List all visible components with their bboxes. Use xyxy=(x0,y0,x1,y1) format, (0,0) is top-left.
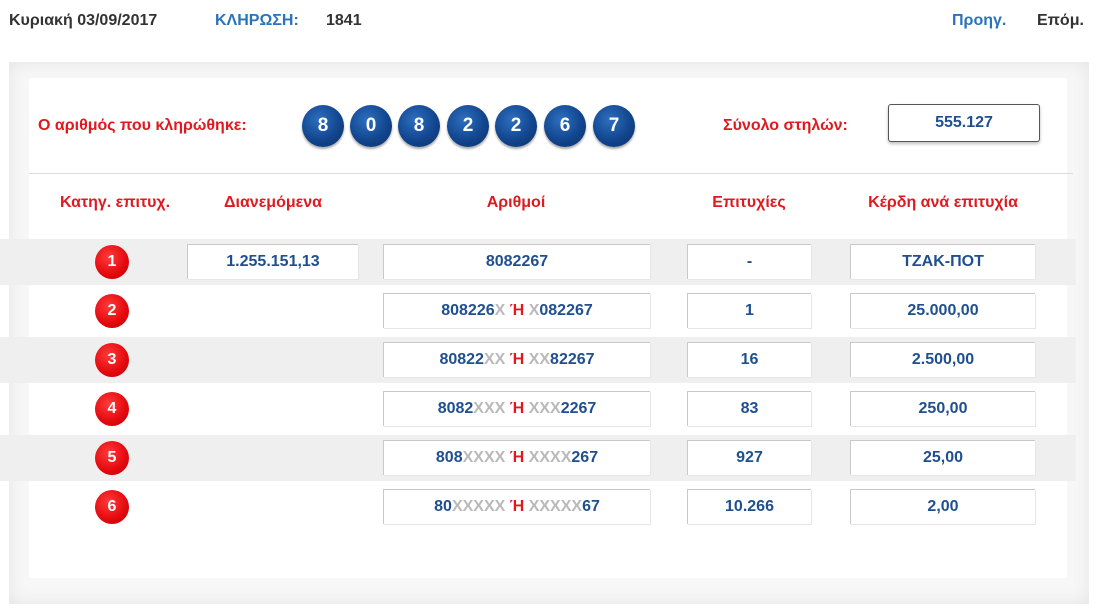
winning-numbers: 808XXXX Ή XXXX267 xyxy=(383,440,650,475)
prize-per-winner: ΤΖΑΚ-ΠΟΤ xyxy=(850,244,1035,279)
draw-number: 1841 xyxy=(326,12,362,29)
top-bar: Κυριακή 03/09/2017 ΚΛΗΡΩΣΗ: 1841 Προηγ. … xyxy=(0,0,1099,44)
table-row: 5 808XXXX Ή XXXX267 927 25,00 xyxy=(0,435,1076,481)
category-badge: 6 xyxy=(95,490,129,524)
prize-per-winner: 2.500,00 xyxy=(850,342,1035,377)
number-ball: 2 xyxy=(495,105,537,147)
winning-numbers: 80XXXXX Ή XXXXX67 xyxy=(383,489,650,524)
category-badge: 3 xyxy=(95,343,129,377)
winners-count: - xyxy=(687,244,811,279)
divider xyxy=(29,173,1073,174)
category-badge: 5 xyxy=(95,441,129,475)
winning-numbers: 8082XXX Ή XXX2267 xyxy=(383,391,650,426)
table-row: 6 80XXXXX Ή XXXXX67 10.266 2,00 xyxy=(0,484,1076,530)
table-row: 1 1.255.151,13 8082267 - ΤΖΑΚ-ΠΟΤ xyxy=(0,239,1076,285)
table-row: 3 80822XX Ή XX82267 16 2.500,00 xyxy=(0,337,1076,383)
winners-count: 83 xyxy=(687,391,811,426)
distributed-amount: 1.255.151,13 xyxy=(187,244,358,279)
header-distributed: Διανεμόμενα xyxy=(224,194,322,211)
number-ball: 2 xyxy=(447,105,489,147)
number-ball: 6 xyxy=(544,105,586,147)
prize-per-winner: 2,00 xyxy=(850,489,1035,524)
winners-count: 10.266 xyxy=(687,489,811,524)
previous-draw-link[interactable]: Προηγ. xyxy=(952,12,1006,30)
winning-numbers: 80822XX Ή XX82267 xyxy=(383,342,650,377)
number-ball: 7 xyxy=(593,105,635,147)
prize-per-winner: 25,00 xyxy=(850,440,1035,475)
table-row: 4 8082XXX Ή XXX2267 83 250,00 xyxy=(0,386,1076,432)
table-row: 2 808226X Ή X082267 1 25.000,00 xyxy=(0,288,1076,334)
draw-date: Κυριακή 03/09/2017 xyxy=(9,12,158,29)
number-ball: 8 xyxy=(398,105,440,147)
prize-per-winner: 250,00 xyxy=(850,391,1035,426)
winners-count: 927 xyxy=(687,440,811,475)
total-columns-label: Σύνολο στηλών: xyxy=(723,117,848,134)
draw-label: ΚΛΗΡΩΣΗ: xyxy=(215,12,299,29)
number-ball: 8 xyxy=(302,105,344,147)
next-draw-link[interactable]: Επόμ. xyxy=(1037,12,1084,30)
header-numbers: Αριθμοί xyxy=(486,194,546,211)
category-badge: 2 xyxy=(95,294,129,328)
total-columns-value: 555.127 xyxy=(888,104,1040,142)
category-badge: 4 xyxy=(95,392,129,426)
category-badge: 1 xyxy=(95,245,129,279)
winning-numbers: 808226X Ή X082267 xyxy=(383,293,650,328)
winners-count: 1 xyxy=(687,293,811,328)
winners-count: 16 xyxy=(687,342,811,377)
header-category: Κατηγ. επιτυχ. xyxy=(59,194,171,211)
drawn-number-label: Ο αριθμός που κληρώθηκε: xyxy=(38,117,247,134)
number-ball: 0 xyxy=(350,105,392,147)
prize-per-winner: 25.000,00 xyxy=(850,293,1035,328)
header-winners: Επιτυχίες xyxy=(712,194,786,211)
header-prize-per-winner: Κέρδη ανά επιτυχία xyxy=(868,194,1018,211)
winning-numbers: 8082267 xyxy=(383,244,650,279)
